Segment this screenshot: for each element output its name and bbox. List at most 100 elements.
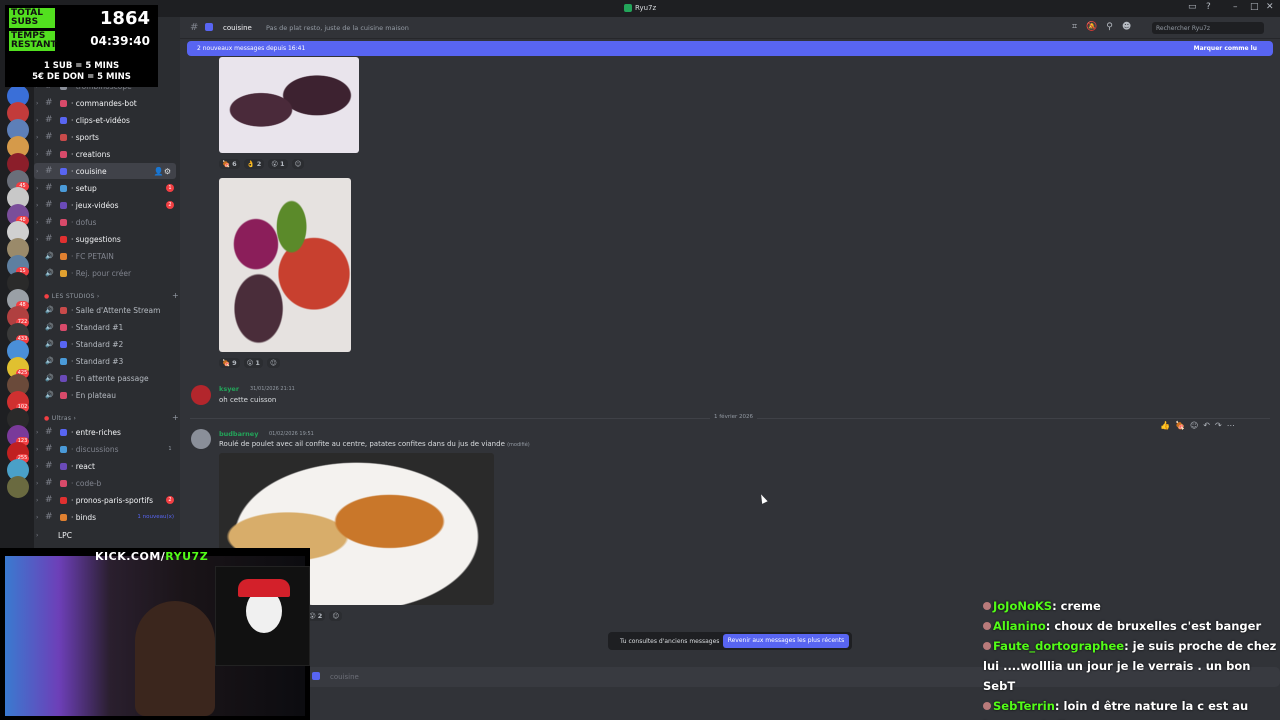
more-icon[interactable]: ⋯ xyxy=(1227,421,1235,430)
channel-en-attente-passage[interactable]: 🔊 · En attente passage xyxy=(34,370,180,386)
add-reaction-icon[interactable]: ☺ xyxy=(1190,421,1198,430)
channel-label: · sports xyxy=(71,132,99,142)
add-reaction-icon[interactable]: ☺ xyxy=(291,159,305,169)
reaction-count: 2 xyxy=(256,160,262,168)
help-icon[interactable]: ? xyxy=(1206,2,1211,12)
reaction[interactable]: 😮 1 xyxy=(268,159,288,169)
channel-clips-et-vid-os[interactable]: › # · clips-et-vidéos xyxy=(34,112,180,128)
reply-icon[interactable]: ↶ xyxy=(1203,421,1210,430)
channel-emoji-icon xyxy=(60,167,67,175)
channel-rej-pour-cr-er[interactable]: 🔊 · Rej. pour créer xyxy=(34,265,180,281)
channel-jeux-vid-os[interactable]: › # · jeux-vidéos 2 xyxy=(34,197,180,213)
add-reaction-icon[interactable]: ☺ xyxy=(329,611,343,621)
author-name: budbarney xyxy=(219,430,259,438)
search-input[interactable]: Rechercher Ryu7z xyxy=(1152,22,1264,34)
channel-suggestions[interactable]: › # · suggestions xyxy=(34,231,180,247)
new-messages-text: 2 nouveaux messages depuis 16:41 xyxy=(197,45,306,52)
reaction-count: 1 xyxy=(255,359,260,367)
chevron-right-icon: › xyxy=(36,513,39,521)
channel-couisine[interactable]: › # · couisine 👤⚙ xyxy=(34,163,176,179)
channel-entre-riches[interactable]: › # · entre-riches xyxy=(34,424,180,440)
message-author[interactable]: ksyer xyxy=(219,385,239,393)
food-image-1[interactable] xyxy=(219,57,359,153)
channel-label: · clips-et-vidéos xyxy=(71,115,130,125)
members-icon[interactable]: ☻ xyxy=(1122,22,1131,32)
chevron-right-icon: › xyxy=(36,235,39,243)
minimize-icon[interactable]: – xyxy=(1233,2,1238,12)
channel-react[interactable]: › # · react xyxy=(34,458,180,474)
channel-code-b[interactable]: › # · code-b xyxy=(34,475,180,491)
folder-lpc[interactable]: › LPC xyxy=(34,527,180,543)
server-icon[interactable] xyxy=(7,476,29,498)
speaker-icon: 🔊 xyxy=(45,269,54,277)
total-subs-value: 1864 xyxy=(99,8,150,29)
channel-label: · Standard #2 xyxy=(71,339,124,349)
add-channel-icon[interactable]: + xyxy=(172,413,179,422)
webcam-feed xyxy=(5,556,310,716)
channel-label: · En plateau xyxy=(71,390,116,400)
channel-standard-3[interactable]: 🔊 · Standard #3 xyxy=(34,353,180,369)
chevron-right-icon: › xyxy=(36,445,39,453)
channel-sports[interactable]: › # · sports xyxy=(34,129,180,145)
reaction-quick-icon[interactable]: 🍖 xyxy=(1175,421,1185,430)
mute-icon[interactable]: 🔕 xyxy=(1086,22,1097,32)
avatar[interactable] xyxy=(191,429,211,449)
reaction-quick-icon[interactable]: 👍 xyxy=(1160,421,1170,430)
mark-as-read-button[interactable]: Marquer comme lu xyxy=(1194,45,1257,52)
channel-topic[interactable]: Pas de plat resto, juste de la cuisine m… xyxy=(266,24,409,32)
title-bar: Ryu7z ▭ ? – □ ✕ xyxy=(0,0,1280,17)
reaction[interactable]: 🍖 6 xyxy=(219,159,240,169)
food-image-2[interactable] xyxy=(219,178,351,352)
channel-emoji-icon xyxy=(60,184,67,192)
reaction[interactable]: 😮 1 xyxy=(243,358,263,368)
close-icon[interactable]: ✕ xyxy=(1266,2,1274,12)
sub-rule: 1 SUB = 5 MINS xyxy=(43,61,120,71)
channel-emoji-icon xyxy=(60,116,67,124)
chevron-right-icon: › xyxy=(36,496,39,504)
channel-dofus[interactable]: › # · dofus xyxy=(34,214,180,230)
add-channel-icon[interactable]: + xyxy=(172,291,179,300)
unread-badge: 2 xyxy=(166,201,174,209)
channel-emoji-icon xyxy=(60,218,67,226)
channel-salle-d-attente-stream[interactable]: 🔊 · Salle d'Attente Stream xyxy=(34,302,180,318)
hashtag-icon: # xyxy=(45,200,53,210)
chat-message: Allanino: choux de bruxelles c'est bange… xyxy=(983,616,1278,636)
total-subs-label: TOTAL SUBS xyxy=(9,8,55,28)
message-author[interactable]: budbarney xyxy=(219,430,258,438)
maximize-icon[interactable]: □ xyxy=(1250,2,1259,12)
reaction[interactable]: 🍖 9 xyxy=(219,358,240,368)
channel-label: · jeux-vidéos xyxy=(71,200,119,210)
hashtag-icon: # xyxy=(45,149,53,159)
message-actions: 👍 🍖 ☺ ↶ ↷ ⋯ xyxy=(1160,421,1235,430)
avatar[interactable] xyxy=(191,385,211,405)
category-ultras[interactable]: ● Ultras › + xyxy=(44,413,179,422)
kick-channel-label: KICK.COM/RYU7Z xyxy=(95,550,208,563)
channel-discussions[interactable]: › # · discussions 1 xyxy=(34,441,180,457)
channel-standard-1[interactable]: 🔊 · Standard #1 xyxy=(34,319,180,335)
jump-to-present-button[interactable]: Revenir aux messages les plus récents xyxy=(723,634,849,648)
inbox-icon[interactable]: ▭ xyxy=(1188,2,1197,12)
unread-badge: 1 xyxy=(166,184,174,192)
forward-icon[interactable]: ↷ xyxy=(1215,421,1222,430)
category-les-studios[interactable]: ● LES STUDIOS › + xyxy=(44,291,179,300)
channel-commandes-bot[interactable]: › # · commandes-bot xyxy=(34,95,180,111)
chat-username: JoJoNoKS xyxy=(993,599,1053,613)
channel-label: · En attente passage xyxy=(71,373,149,383)
channel-standard-2[interactable]: 🔊 · Standard #2 xyxy=(34,336,180,352)
settings-icon[interactable]: 👤⚙ xyxy=(154,167,171,176)
channel-creations[interactable]: › # · creations xyxy=(34,146,180,162)
channel-fc-petain[interactable]: 🔊 · FC PETAIN xyxy=(34,248,180,264)
channel-emoji-icon xyxy=(60,357,67,365)
add-reaction-icon[interactable]: ☺ xyxy=(266,358,280,368)
threads-icon[interactable]: ⌗ xyxy=(1072,22,1077,32)
new-messages-bar[interactable]: 2 nouveaux messages depuis 16:41 Marquer… xyxy=(187,41,1273,56)
pirate-hat-icon xyxy=(238,579,290,597)
category-label: Ultras xyxy=(51,415,72,422)
channel-en-plateau[interactable]: 🔊 · En plateau xyxy=(34,387,180,403)
window-title: Ryu7z xyxy=(624,4,656,12)
channel-binds[interactable]: › # · binds 1 nouveau(x) xyxy=(34,509,180,525)
channel-pronos-paris-sportifs[interactable]: › # · pronos-paris-sportifs 2 xyxy=(34,492,180,508)
channel-setup[interactable]: › # · setup 1 xyxy=(34,180,180,196)
pin-icon[interactable]: ⚲ xyxy=(1106,22,1113,32)
reaction[interactable]: 👌 2 xyxy=(243,159,265,169)
